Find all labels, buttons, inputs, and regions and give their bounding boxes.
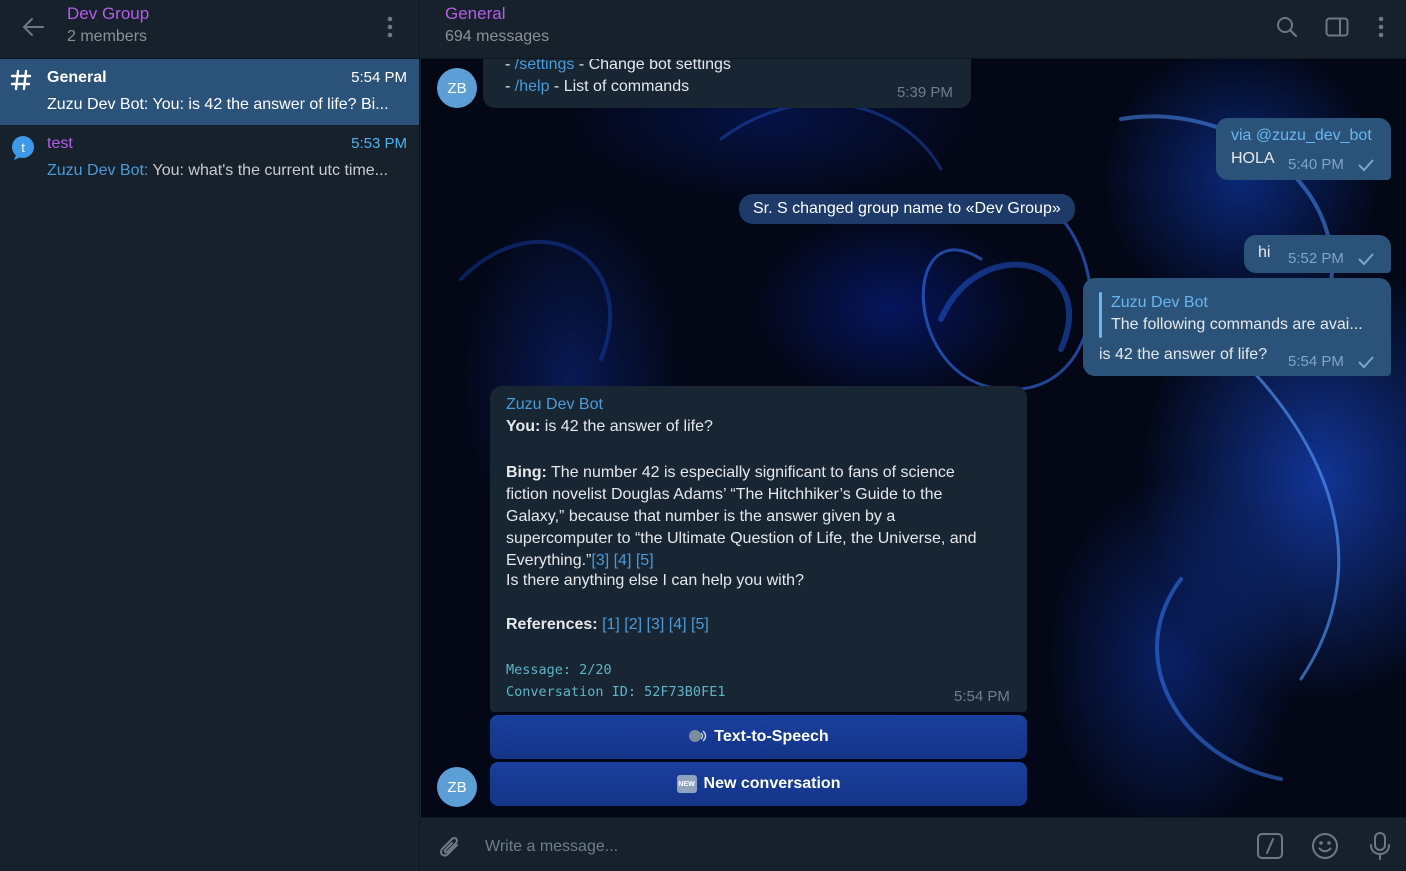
bot-answer-message: Zuzu Dev Bot You: is 42 the answer of li… [490, 386, 1027, 712]
chat-list-pane: Dev Group 2 members General 5:54 PM Zuzu… [0, 0, 420, 871]
button-label: Text-to-Speech [714, 728, 829, 745]
speaking-head-icon [688, 728, 708, 746]
outgoing-message-hi: hi 5:52 PM [1244, 235, 1391, 273]
chat-time: 5:54 PM [351, 69, 407, 86]
message-composer [421, 817, 1406, 871]
chat-name: test [47, 135, 73, 152]
more-vertical-icon [387, 16, 393, 38]
message-text: hi [1258, 244, 1271, 261]
conversation-title[interactable]: General [445, 4, 505, 24]
bot-avatar[interactable]: ZB [437, 767, 477, 807]
button-label: New conversation [703, 775, 841, 792]
group-member-count: 2 members [67, 28, 148, 45]
sent-check-icon [1358, 356, 1374, 369]
chat-preview: Zuzu Dev Bot: You: what's the current ut… [47, 162, 407, 180]
inline-references[interactable]: [3] [4] [5] [591, 552, 653, 569]
sent-check-icon [1358, 253, 1374, 266]
command-line-help: - /help - List of commands [505, 78, 690, 95]
chat-preview: Zuzu Dev Bot: You: is 42 the answer of l… [47, 96, 389, 113]
conversation-id-line: Conversation ID: 52F73B0FE1 [506, 684, 726, 700]
outgoing-reply-message: Zuzu Dev Bot The following commands are … [1083, 278, 1391, 376]
you-line: You: is 42 the answer of life? [506, 418, 713, 435]
voice-message-button[interactable] [1364, 830, 1396, 862]
bot-avatar[interactable]: ZB [437, 68, 477, 108]
bot-commands-button[interactable] [1254, 830, 1286, 862]
message-input[interactable] [485, 836, 1245, 858]
group-title: Dev Group [67, 4, 150, 23]
bot-name[interactable]: Zuzu Dev Bot [506, 396, 603, 414]
search-button[interactable] [1271, 12, 1303, 42]
emoji-button[interactable] [1309, 830, 1341, 862]
chat-name: General [47, 69, 107, 86]
message-time: 5:54 PM [954, 688, 1010, 705]
smile-icon [1312, 833, 1338, 859]
bing-answer: Bing: The number 42 is especially signif… [506, 464, 977, 569]
via-bot-label[interactable]: via @zuzu_dev_bot [1231, 127, 1372, 145]
preview-text: You: what's the current utc time... [148, 162, 388, 179]
attach-button[interactable] [433, 830, 465, 862]
more-menu-button[interactable] [1365, 12, 1397, 42]
paperclip-icon [439, 836, 459, 857]
outgoing-message-hola: via @zuzu_dev_bot HOLA 5:40 PM [1216, 118, 1391, 180]
more-menu-button[interactable] [378, 12, 402, 42]
chat-item-test[interactable]: t test 5:53 PM Zuzu Dev Bot: You: what's… [0, 125, 419, 191]
more-vertical-icon [1378, 16, 1384, 38]
references-links[interactable]: [1] [2] [3] [4] [5] [602, 616, 709, 633]
message-count: 694 messages [445, 28, 550, 45]
svg-text:t: t [21, 140, 25, 155]
conversation-pane: General 694 messages - /settings - Chang… [421, 0, 1406, 871]
message-time: 5:54 PM [1288, 353, 1344, 370]
help-command-link[interactable]: /help [515, 78, 550, 95]
chat-bubble-icon: t [10, 135, 34, 160]
message-count-line: Message: 2/20 [506, 662, 612, 678]
message-time: 5:40 PM [1288, 156, 1344, 173]
chat-time: 5:53 PM [351, 135, 407, 152]
message-text: HOLA [1231, 150, 1275, 167]
hashtag-icon [10, 69, 34, 93]
new-conversation-button[interactable]: NEW New conversation [490, 762, 1027, 806]
message-text: is 42 the answer of life? [1099, 346, 1268, 363]
search-icon [1277, 17, 1298, 38]
message-time: 5:52 PM [1288, 250, 1344, 267]
followup-text: Is there anything else I can help you wi… [506, 572, 804, 589]
back-button[interactable] [18, 12, 48, 42]
chat-list-header: Dev Group 2 members [0, 0, 419, 59]
reply-bar [1099, 292, 1102, 338]
reply-author[interactable]: Zuzu Dev Bot [1111, 294, 1208, 312]
conversation-header: General 694 messages [421, 0, 1406, 59]
references-line: References: [1] [2] [3] [4] [5] [506, 616, 709, 633]
message-time: 5:39 PM [897, 84, 953, 101]
arrow-left-icon [22, 18, 44, 36]
reply-quote[interactable]: The following commands are avai... [1111, 316, 1363, 334]
preview-sender: Zuzu Dev Bot: [47, 162, 149, 179]
chat-item-general[interactable]: General 5:54 PM Zuzu Dev Bot: You: is 42… [0, 59, 419, 125]
new-badge-icon: NEW [676, 775, 697, 793]
slash-command-icon [1257, 833, 1283, 859]
text-to-speech-button[interactable]: Text-to-Speech [490, 715, 1027, 759]
sidebar-icon [1325, 17, 1349, 37]
sent-check-icon [1358, 159, 1374, 172]
sidebar-toggle-button[interactable] [1321, 12, 1353, 42]
service-message: Sr. S changed group name to «Dev Group» [739, 194, 1075, 224]
microphone-icon [1370, 832, 1390, 860]
